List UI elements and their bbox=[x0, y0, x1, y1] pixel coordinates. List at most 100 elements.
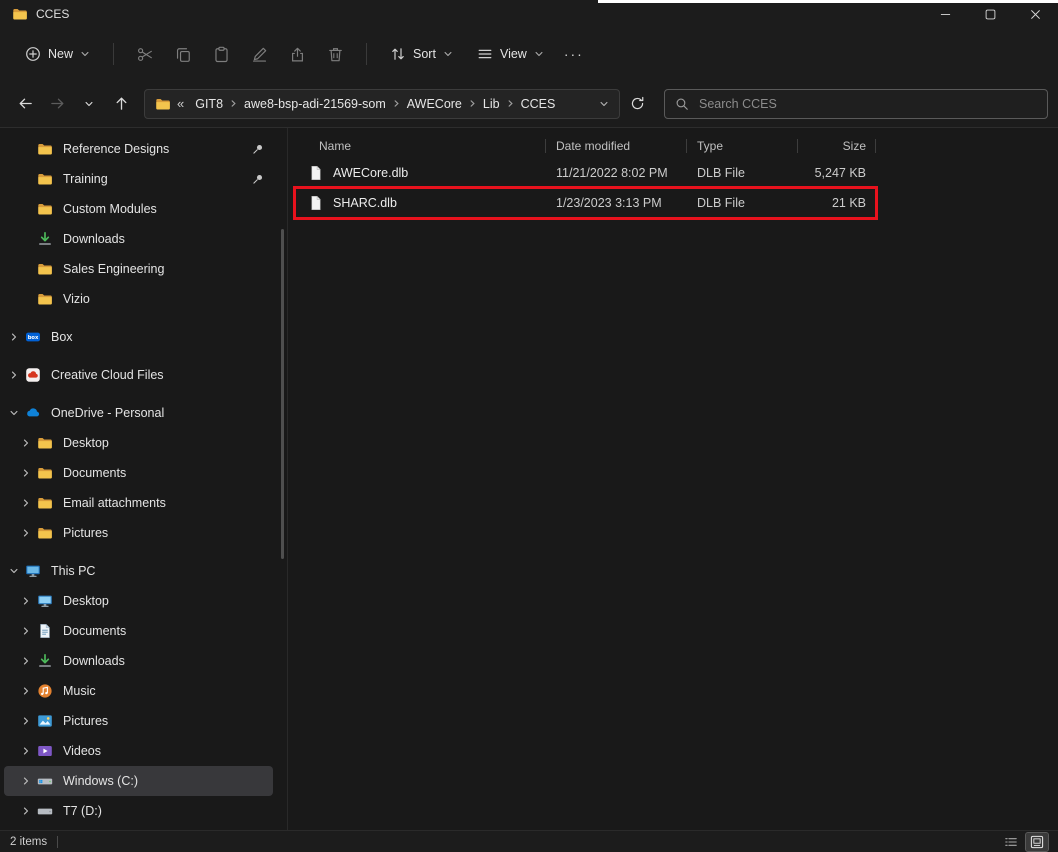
chevron-right-icon[interactable] bbox=[16, 468, 36, 478]
view-icon bbox=[477, 46, 493, 62]
breadcrumb-item-awecore[interactable]: AWECore bbox=[402, 95, 467, 113]
breadcrumb: GIT8 awe8-bsp-adi-21569-som AWECore Lib CCES bbox=[190, 95, 593, 113]
sidebar-item-t7-d[interactable]: T7 (D:) bbox=[4, 796, 273, 826]
sidebar-item-label: Email attachments bbox=[63, 496, 166, 510]
sidebar-item-desktop[interactable]: Desktop bbox=[4, 428, 273, 458]
file-row-awecore-dlb[interactable]: AWECore.dlb11/21/2022 8:02 PMDLB File5,2… bbox=[296, 158, 876, 188]
chevron-right-icon[interactable] bbox=[16, 806, 36, 816]
sidebar-item-pictures[interactable]: Pictures bbox=[4, 518, 273, 548]
breadcrumb-item-git8[interactable]: GIT8 bbox=[190, 95, 228, 113]
share-button[interactable] bbox=[278, 37, 316, 71]
paste-icon bbox=[213, 46, 230, 63]
sidebar-item-sales-engineering[interactable]: Sales Engineering bbox=[4, 254, 273, 284]
cut-button[interactable] bbox=[126, 37, 164, 71]
chevron-right-icon[interactable] bbox=[16, 746, 36, 756]
sidebar-item-music[interactable]: Music bbox=[4, 676, 273, 706]
column-header-size[interactable]: Size bbox=[798, 134, 876, 158]
breadcrumb-overflow[interactable]: « bbox=[177, 96, 184, 111]
sidebar-item-label: Music bbox=[63, 684, 96, 698]
sidebar-item-reference-designs[interactable]: Reference Designs bbox=[4, 134, 273, 164]
view-button[interactable]: View bbox=[466, 37, 555, 71]
minimize-button[interactable] bbox=[923, 0, 968, 28]
column-header-name[interactable]: Name bbox=[296, 134, 546, 158]
chevron-right-icon[interactable] bbox=[16, 596, 36, 606]
sidebar-item-label: Sales Engineering bbox=[63, 262, 164, 276]
sidebar-item-vizio[interactable]: Vizio bbox=[4, 284, 273, 314]
address-dropdown-icon[interactable] bbox=[599, 99, 609, 109]
breadcrumb-item-cces[interactable]: CCES bbox=[516, 95, 561, 113]
sidebar-item-label: Windows (C:) bbox=[63, 774, 138, 788]
sidebar-item-downloads[interactable]: Downloads bbox=[4, 224, 273, 254]
chevron-right-icon[interactable] bbox=[16, 686, 36, 696]
breadcrumb-item-awe8-bsp-adi-21569-som[interactable]: awe8-bsp-adi-21569-som bbox=[239, 95, 391, 113]
breadcrumb-item-lib[interactable]: Lib bbox=[478, 95, 505, 113]
sidebar-item-label: Downloads bbox=[63, 654, 125, 668]
chevron-right-icon[interactable] bbox=[16, 716, 36, 726]
sidebar-item-label: Custom Modules bbox=[63, 202, 157, 216]
recent-locations-button[interactable] bbox=[74, 89, 104, 119]
chevron-down-icon bbox=[80, 49, 90, 59]
pin-icon bbox=[252, 143, 264, 155]
new-button[interactable]: New bbox=[14, 37, 101, 71]
sidebar-item-label: Training bbox=[63, 172, 108, 186]
chevron-right-icon[interactable] bbox=[16, 776, 36, 786]
close-button[interactable] bbox=[1013, 0, 1058, 28]
chevron-right-icon[interactable] bbox=[4, 370, 24, 380]
chevron-right-icon[interactable] bbox=[4, 332, 24, 342]
sidebar-item-box[interactable]: boxBox bbox=[4, 322, 273, 352]
back-button[interactable] bbox=[10, 89, 40, 119]
chevron-right-icon[interactable] bbox=[16, 656, 36, 666]
sidebar-scrollbar[interactable] bbox=[281, 229, 284, 559]
chevron-down-icon bbox=[534, 49, 544, 59]
maximize-button[interactable] bbox=[968, 0, 1013, 28]
sidebar-item-custom-modules[interactable]: Custom Modules bbox=[4, 194, 273, 224]
column-header-type[interactable]: Type bbox=[687, 134, 798, 158]
sidebar-item-label: Creative Cloud Files bbox=[51, 368, 164, 382]
chevron-right-icon[interactable] bbox=[16, 528, 36, 538]
file-size: 5,247 KB bbox=[798, 166, 876, 180]
chevron-down-icon[interactable] bbox=[4, 566, 24, 576]
chevron-right-icon[interactable] bbox=[16, 498, 36, 508]
sidebar-item-creative-cloud-files[interactable]: Creative Cloud Files bbox=[4, 360, 273, 390]
sort-icon bbox=[390, 46, 406, 62]
refresh-button[interactable] bbox=[622, 89, 652, 119]
column-header-date-modified[interactable]: Date modified bbox=[546, 134, 687, 158]
chevron-down-icon[interactable] bbox=[4, 408, 24, 418]
chevron-right-icon[interactable] bbox=[16, 626, 36, 636]
delete-icon bbox=[327, 46, 344, 63]
more-button[interactable]: ··· bbox=[557, 37, 591, 71]
view-label: View bbox=[500, 47, 527, 61]
sidebar-item-videos[interactable]: Videos bbox=[4, 736, 273, 766]
address-bar[interactable]: « GIT8 awe8-bsp-adi-21569-som AWECore Lib CC… bbox=[144, 89, 620, 119]
folder-icon bbox=[36, 435, 54, 451]
file-row-sharc-dlb[interactable]: SHARC.dlb1/23/2023 3:13 PMDLB File21 KB bbox=[296, 188, 876, 218]
sidebar-item-desktop[interactable]: Desktop bbox=[4, 586, 273, 616]
sidebar-item-label: Videos bbox=[63, 744, 101, 758]
sidebar-item-documents[interactable]: Documents bbox=[4, 616, 273, 646]
folder-icon bbox=[12, 6, 28, 22]
sidebar-item-email-attachments[interactable]: Email attachments bbox=[4, 488, 273, 518]
file-date-modified: 1/23/2023 3:13 PM bbox=[546, 196, 687, 210]
sidebar-item-training[interactable]: Training bbox=[4, 164, 273, 194]
details-view-button[interactable] bbox=[1000, 833, 1022, 851]
sidebar-item-windows-c[interactable]: Windows (C:) bbox=[4, 766, 273, 796]
sidebar-item-this-pc[interactable]: This PC bbox=[4, 556, 273, 586]
up-button[interactable] bbox=[106, 89, 136, 119]
search-input[interactable] bbox=[697, 96, 1037, 112]
file-name: AWECore.dlb bbox=[333, 166, 408, 180]
sidebar-item-label: Desktop bbox=[63, 436, 109, 450]
videos-icon bbox=[36, 743, 54, 759]
folder-icon bbox=[36, 261, 54, 277]
sidebar-item-pictures[interactable]: Pictures bbox=[4, 706, 273, 736]
rename-button[interactable] bbox=[240, 37, 278, 71]
sidebar-item-documents[interactable]: Documents bbox=[4, 458, 273, 488]
forward-button[interactable] bbox=[42, 89, 72, 119]
sidebar-item-downloads[interactable]: Downloads bbox=[4, 646, 273, 676]
copy-button[interactable] bbox=[164, 37, 202, 71]
chevron-right-icon[interactable] bbox=[16, 438, 36, 448]
delete-button[interactable] bbox=[316, 37, 354, 71]
thumbnail-view-button[interactable] bbox=[1026, 833, 1048, 851]
sidebar-item-onedrive-personal[interactable]: OneDrive - Personal bbox=[4, 398, 273, 428]
paste-button[interactable] bbox=[202, 37, 240, 71]
sort-button[interactable]: Sort bbox=[379, 37, 464, 71]
